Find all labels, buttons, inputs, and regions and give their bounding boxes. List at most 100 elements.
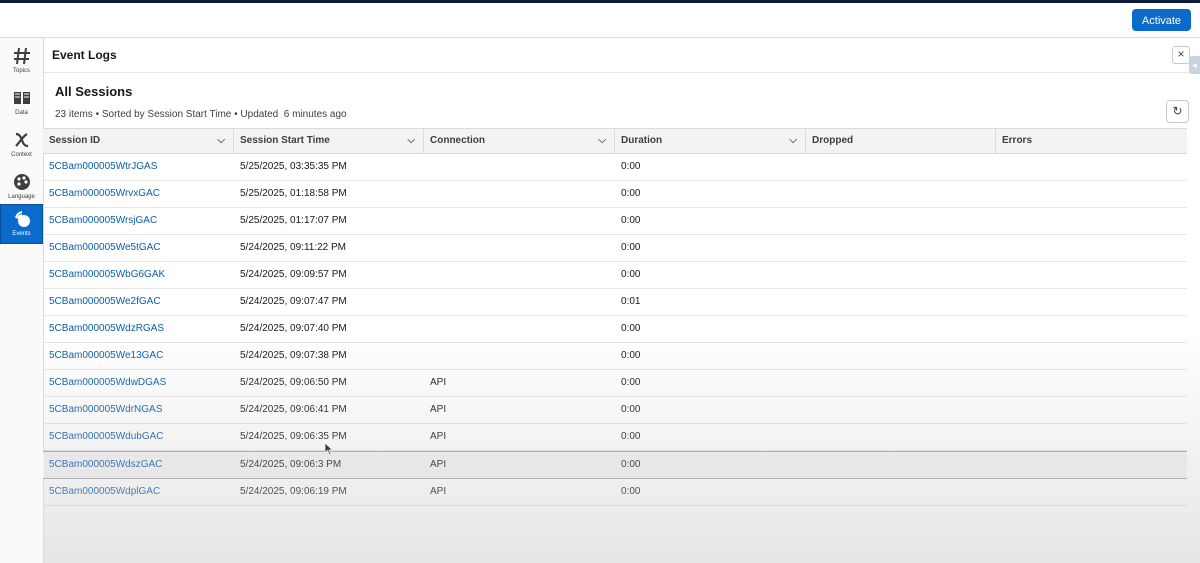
table-cell xyxy=(424,289,615,315)
table-cell: 0:00 xyxy=(621,242,641,253)
table-row[interactable]: 5CBam000005WrvxGAC 5/25/2025, 01:18:58 PM… xyxy=(43,181,1187,208)
nav-label: Data xyxy=(15,110,28,116)
chevron-down-icon[interactable]: ⌵ xyxy=(789,129,797,153)
table-cell xyxy=(996,343,1187,369)
session-id-link[interactable]: 5CBam000005We5tGAC xyxy=(43,235,234,261)
table-row[interactable]: 5CBam000005We5tGAC 5/24/2025, 09:11:22 PM… xyxy=(43,235,1187,262)
table-cell xyxy=(806,154,996,180)
table-cell: API xyxy=(430,377,447,388)
table-cell xyxy=(996,181,1187,207)
table-cell xyxy=(806,208,996,234)
table-cell: 5/24/2025, 09:09:57 PM xyxy=(240,269,347,280)
close-icon: × xyxy=(1177,47,1185,61)
session-id-link[interactable]: 5CBam000005WdrNGAS xyxy=(43,397,234,423)
nav-item-events[interactable]: Events xyxy=(0,204,43,244)
table-cell: 0:00 xyxy=(621,323,641,334)
table-cell xyxy=(806,479,996,505)
table-cell: API xyxy=(430,431,447,442)
list-title: All Sessions xyxy=(55,84,133,99)
session-id-link[interactable]: 5CBam000005We2fGAC xyxy=(43,289,234,315)
table-cell: 0:00 xyxy=(621,431,641,442)
table-cell: 0:00 xyxy=(621,215,641,226)
table-cell xyxy=(806,370,996,396)
table-cell: 5/24/2025, 09:06:50 PM xyxy=(240,377,347,388)
session-id-link[interactable]: 5CBam000005WdszGAC xyxy=(43,452,234,478)
table-cell xyxy=(806,343,996,369)
collapse-tab[interactable]: ◂ xyxy=(1189,56,1200,74)
column-header-duration[interactable]: Duration ⌵ xyxy=(615,129,806,153)
table-cell: 5/24/2025, 09:07:47 PM xyxy=(240,296,347,307)
table-cell xyxy=(996,479,1187,505)
hash-icon xyxy=(13,47,30,65)
chevron-down-icon[interactable]: ⌵ xyxy=(598,129,606,153)
table-cell xyxy=(806,397,996,423)
table-row[interactable]: 5CBam000005WbG6GAK 5/24/2025, 09:09:57 PM… xyxy=(43,262,1187,289)
table-row[interactable]: 5CBam000005WdzRGAS 5/24/2025, 09:07:40 PM… xyxy=(43,316,1187,343)
column-header-errors[interactable]: Errors xyxy=(996,129,1187,153)
session-id-link[interactable]: 5CBam000005WdplGAC xyxy=(43,479,234,505)
table-cell: 0:00 xyxy=(621,377,641,388)
nav-label: Language xyxy=(8,194,35,200)
column-header-session-id[interactable]: Session ID ⌵ xyxy=(43,129,234,153)
chevron-left-icon: ◂ xyxy=(1192,60,1197,70)
nav-item-language[interactable]: Language xyxy=(0,168,43,208)
table-row[interactable]: 5CBam000005WdrNGAS 5/24/2025, 09:06:41 PM… xyxy=(43,397,1187,424)
table-row[interactable]: 5CBam000005WrsjGAC 5/25/2025, 01:17:07 PM… xyxy=(43,208,1187,235)
table-cell: 5/25/2025, 01:17:07 PM xyxy=(240,215,347,226)
column-header-connection[interactable]: Connection ⌵ xyxy=(424,129,615,153)
session-id-link[interactable]: 5CBam000005WrvxGAC xyxy=(43,181,234,207)
table-cell: 5/24/2025, 09:06:41 PM xyxy=(240,404,347,415)
close-button[interactable]: × xyxy=(1172,46,1190,64)
column-header-dropped[interactable]: Dropped xyxy=(806,129,996,153)
table-cell: 0:00 xyxy=(621,161,641,172)
session-id-link[interactable]: 5CBam000005WbG6GAK xyxy=(43,262,234,288)
table-cell xyxy=(424,181,615,207)
chevron-down-icon[interactable]: ⌵ xyxy=(407,129,415,153)
mouse-cursor-icon xyxy=(324,442,334,456)
session-id-link[interactable]: 5CBam000005WtrJGAS xyxy=(43,154,234,180)
table-cell: 0:00 xyxy=(621,188,641,199)
session-id-link[interactable]: 5CBam000005WdwDGAS xyxy=(43,370,234,396)
sessions-table: Session ID ⌵ Session Start Time ⌵ Connecti… xyxy=(43,128,1187,506)
table-row[interactable]: 5CBam000005WdwDGAS 5/24/2025, 09:06:50 PM… xyxy=(43,370,1187,397)
activate-button[interactable]: Activate xyxy=(1132,9,1191,31)
table-row[interactable]: 5CBam000005We2fGAC 5/24/2025, 09:07:47 PM… xyxy=(43,289,1187,316)
table-row[interactable]: 5CBam000005WdszGAC 5/24/2025, 09:06:3 PM A… xyxy=(43,451,1187,479)
table-cell xyxy=(996,397,1187,423)
table-cell: 5/25/2025, 01:18:58 PM xyxy=(240,188,347,199)
column-header-session-start-time[interactable]: Session Start Time ⌵ xyxy=(234,129,424,153)
table-row[interactable]: 5CBam000005WtrJGAS 5/25/2025, 03:35:35 PM… xyxy=(43,154,1187,181)
nav-item-context[interactable]: Context xyxy=(0,126,43,166)
table-cell xyxy=(806,424,996,450)
nav-label: Topics xyxy=(12,68,30,74)
table-row[interactable]: 5CBam000005WdubGAC 5/24/2025, 09:06:35 PM… xyxy=(43,424,1187,451)
session-id-link[interactable]: 5CBam000005WdzRGAS xyxy=(43,316,234,342)
table-cell xyxy=(996,424,1187,450)
table-cell xyxy=(424,235,615,261)
table-cell: 0:01 xyxy=(621,296,641,307)
table-row[interactable]: 5CBam000005We13GAC 5/24/2025, 09:07:38 PM… xyxy=(43,343,1187,370)
variable-x-icon xyxy=(14,132,28,148)
session-id-link[interactable]: 5CBam000005WdubGAC xyxy=(43,424,234,450)
table-cell xyxy=(806,262,996,288)
refresh-button[interactable]: ↻ xyxy=(1166,100,1189,123)
table-cell xyxy=(424,343,615,369)
events-icon xyxy=(14,211,30,227)
table-cell: 5/25/2025, 03:35:35 PM xyxy=(240,161,347,172)
table-body: 5CBam000005WtrJGAS 5/25/2025, 03:35:35 PM… xyxy=(43,154,1187,506)
nav-item-data[interactable]: Data xyxy=(0,84,43,124)
session-id-link[interactable]: 5CBam000005We13GAC xyxy=(43,343,234,369)
list-meta: 23 items • Sorted by Session Start Time … xyxy=(55,109,347,120)
nav-item-topics[interactable]: Topics xyxy=(0,42,43,82)
refresh-icon: ↻ xyxy=(1172,104,1183,118)
table-row[interactable]: 5CBam000005WdplGAC 5/24/2025, 09:06:19 PM… xyxy=(43,479,1187,506)
table-cell xyxy=(996,289,1187,315)
table-cell: 5/24/2025, 09:07:38 PM xyxy=(240,350,347,361)
nav-label: Events xyxy=(12,231,31,237)
table-cell xyxy=(996,370,1187,396)
table-cell xyxy=(996,208,1187,234)
chevron-down-icon[interactable]: ⌵ xyxy=(217,129,225,153)
session-id-link[interactable]: 5CBam000005WrsjGAC xyxy=(43,208,234,234)
table-cell xyxy=(806,181,996,207)
table-cell xyxy=(424,316,615,342)
